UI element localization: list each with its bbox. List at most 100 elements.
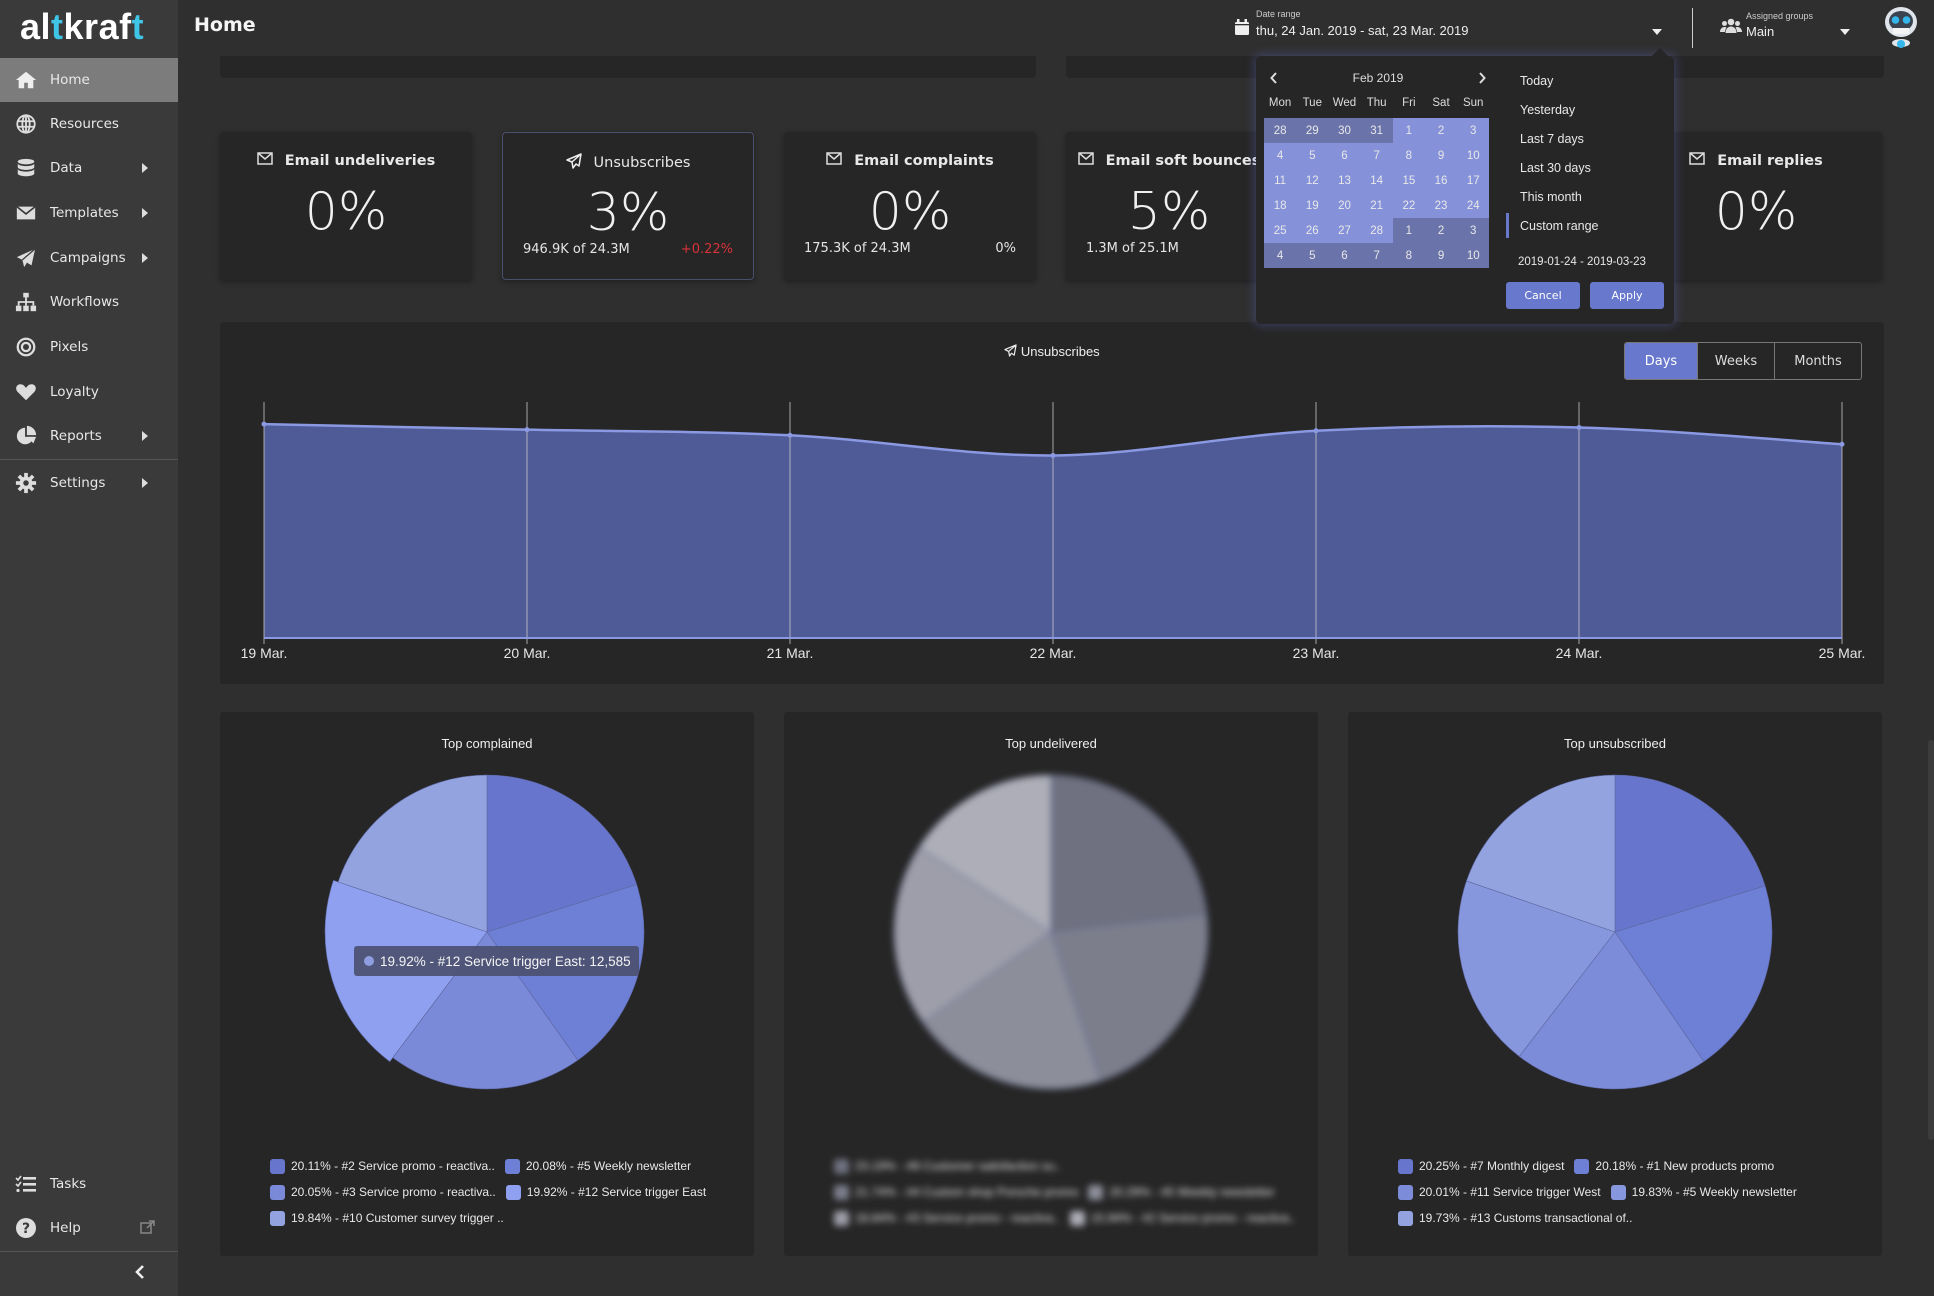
stat-card-email-soft-bounces[interactable]: Email soft bounces 5% 1.3M of 25.1M — [1066, 132, 1272, 280]
cancel-button[interactable]: Cancel — [1506, 282, 1580, 309]
logo[interactable]: altkraft — [20, 6, 144, 48]
calendar-day[interactable]: 15 — [1392, 168, 1425, 193]
calendar-day[interactable]: 24 — [1457, 193, 1490, 218]
legend-item[interactable]: 20.11% - #2 Service promo - reactiva.. — [270, 1158, 495, 1174]
legend-item[interactable]: 19.73% - #13 Customs transactional of.. — [1398, 1210, 1632, 1226]
calendar-day[interactable]: 12 — [1296, 168, 1329, 193]
preset-range-yesterday[interactable]: Yesterday — [1506, 95, 1666, 124]
assigned-groups-selector[interactable]: Assigned groups Main — [1720, 6, 1850, 50]
calendar-day[interactable]: 9 — [1424, 143, 1458, 168]
calendar-day[interactable]: 7 — [1360, 243, 1393, 268]
stat-card-unsubscribes[interactable]: Unsubscribes 3% 946.9K of 24.3M +0.22% — [502, 132, 754, 280]
collapse-sidebar-button[interactable] — [132, 1262, 148, 1282]
calendar-day[interactable]: 4 — [1264, 143, 1297, 168]
legend-item[interactable]: 15.94% - #2 Service promo - reactiva.. — [1069, 1210, 1296, 1226]
legend-item[interactable]: 19.83% - #5 Weekly newsletter — [1610, 1184, 1797, 1200]
calendar-day[interactable]: 30 — [1328, 118, 1361, 143]
calendar-day[interactable]: 5 — [1296, 143, 1329, 168]
calendar-day[interactable]: 2 — [1424, 118, 1458, 143]
calendar-day[interactable]: 2 — [1424, 218, 1458, 243]
user-avatar[interactable] — [1880, 4, 1922, 50]
sidebar-item-pixels[interactable]: Pixels — [0, 325, 178, 369]
calendar-day[interactable]: 3 — [1457, 118, 1490, 143]
preset-range-last-30-days[interactable]: Last 30 days — [1506, 153, 1666, 182]
legend-item[interactable]: 20.05% - #3 Service promo - reactiva.. — [270, 1184, 496, 1200]
sidebar-item-templates[interactable]: Templates — [0, 191, 178, 235]
data-point[interactable] — [1050, 452, 1056, 458]
calendar-day[interactable]: 8 — [1392, 143, 1425, 168]
calendar-day[interactable]: 4 — [1264, 243, 1297, 268]
calendar-day[interactable]: 10 — [1457, 143, 1490, 168]
calendar-day[interactable]: 26 — [1296, 218, 1329, 243]
calendar-day[interactable]: 3 — [1457, 218, 1490, 243]
preset-range-last-7-days[interactable]: Last 7 days — [1506, 124, 1666, 153]
calendar-day[interactable]: 19 — [1296, 193, 1329, 218]
external-link-icon[interactable] — [140, 1220, 155, 1239]
tab-days[interactable]: Days — [1625, 343, 1697, 379]
sidebar-item-reports[interactable]: Reports — [0, 414, 178, 458]
calendar-day[interactable]: 18 — [1264, 193, 1297, 218]
data-point[interactable] — [261, 421, 267, 427]
calendar-day[interactable]: 25 — [1264, 218, 1297, 243]
sidebar-item-home[interactable]: Home — [0, 58, 178, 102]
tab-weeks[interactable]: Weeks — [1697, 343, 1774, 379]
date-range-selector[interactable]: Date range thu, 24 Jan. 2019 - sat, 23 M… — [1226, 6, 1696, 50]
legend-item[interactable]: 20.29% - #5 Weekly newsletter — [1088, 1184, 1275, 1200]
pie-slice[interactable] — [1050, 774, 1208, 933]
calendar-day[interactable]: 10 — [1457, 243, 1490, 268]
calendar-day[interactable]: 23 — [1424, 193, 1458, 218]
sidebar-item-data[interactable]: Data — [0, 146, 178, 190]
legend-item[interactable]: 18.84% - #3 Service promo - reactiva.. — [834, 1210, 1060, 1226]
data-point[interactable] — [1313, 428, 1319, 434]
sidebar-item-help[interactable]: ? Help — [0, 1206, 178, 1250]
calendar-day[interactable]: 28 — [1360, 218, 1393, 243]
next-month-button[interactable] — [1472, 68, 1492, 88]
legend-item[interactable]: 19.92% - #12 Service trigger East — [505, 1184, 706, 1200]
legend-item[interactable]: 21.74% - #4 Custom shop Porsche promo — [834, 1184, 1078, 1200]
sidebar-item-tasks[interactable]: Tasks — [0, 1162, 178, 1206]
calendar-day[interactable]: 9 — [1424, 243, 1458, 268]
calendar-day[interactable]: 8 — [1392, 243, 1425, 268]
legend-item[interactable]: 20.18% - #1 New products promo — [1574, 1158, 1774, 1174]
calendar-day[interactable]: 17 — [1457, 168, 1490, 193]
legend-item[interactable]: 20.08% - #5 Weekly newsletter — [504, 1158, 691, 1174]
calendar-day[interactable]: 1 — [1392, 118, 1425, 143]
legend-item[interactable]: 20.01% - #11 Service trigger West — [1398, 1184, 1601, 1200]
sidebar-item-loyalty[interactable]: Loyalty — [0, 370, 178, 414]
calendar-day[interactable]: 22 — [1392, 193, 1425, 218]
calendar-day[interactable]: 29 — [1296, 118, 1329, 143]
sidebar-item-campaigns[interactable]: Campaigns — [0, 236, 178, 280]
data-point[interactable] — [524, 427, 530, 433]
legend-item[interactable]: 23.19% - #8 Customer satisfaction su.. — [834, 1158, 1061, 1174]
calendar-day[interactable]: 21 — [1360, 193, 1393, 218]
calendar-day[interactable]: 6 — [1328, 143, 1361, 168]
stat-card-email-complaints[interactable]: Email complaints 0% 175.3K of 24.3M 0% — [784, 132, 1036, 280]
sidebar-item-settings[interactable]: Settings — [0, 461, 178, 505]
calendar-day[interactable]: 7 — [1360, 143, 1393, 168]
calendar-day[interactable]: 27 — [1328, 218, 1361, 243]
legend-item[interactable]: 19.84% - #10 Customer survey trigger .. — [270, 1210, 504, 1226]
calendar-day[interactable]: 13 — [1328, 168, 1361, 193]
stat-card-email-undeliveries[interactable]: Email undeliveries 0% — [220, 132, 472, 280]
calendar-day[interactable]: 6 — [1328, 243, 1361, 268]
sidebar-item-workflows[interactable]: Workflows — [0, 280, 178, 324]
preset-range-custom-range[interactable]: Custom range — [1506, 211, 1666, 240]
data-point[interactable] — [1576, 424, 1582, 430]
legend-item[interactable]: 20.25% - #7 Monthly digest — [1398, 1158, 1564, 1174]
apply-button[interactable]: Apply — [1590, 282, 1664, 309]
calendar-day[interactable]: 28 — [1264, 118, 1297, 143]
calendar-day[interactable]: 16 — [1424, 168, 1458, 193]
calendar-day[interactable]: 20 — [1328, 193, 1361, 218]
sidebar-item-resources[interactable]: Resources — [0, 102, 178, 146]
calendar-day[interactable]: 5 — [1296, 243, 1329, 268]
tab-months[interactable]: Months — [1774, 343, 1861, 379]
calendar-day[interactable]: 1 — [1392, 218, 1425, 243]
calendar-day[interactable]: 31 — [1360, 118, 1393, 143]
data-point[interactable] — [1839, 441, 1845, 447]
preset-range-this-month[interactable]: This month — [1506, 182, 1666, 211]
page-scrollbar[interactable] — [1928, 740, 1934, 1140]
calendar-day[interactable]: 14 — [1360, 168, 1393, 193]
preset-range-today[interactable]: Today — [1506, 66, 1666, 95]
data-point[interactable] — [787, 432, 793, 438]
calendar-day[interactable]: 11 — [1264, 168, 1297, 193]
